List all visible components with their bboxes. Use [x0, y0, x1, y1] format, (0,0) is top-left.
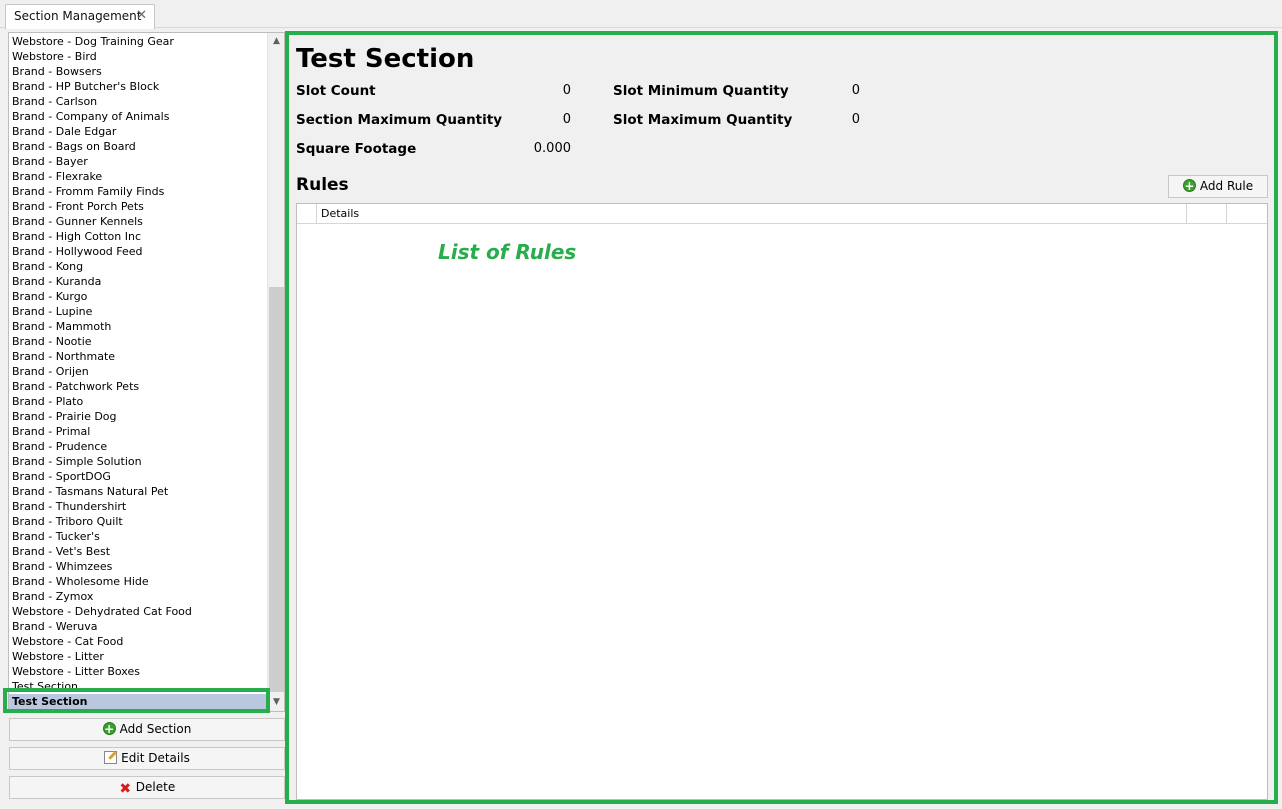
section-list-item[interactable]: Brand - Fromm Family Finds [12, 184, 164, 199]
rules-grid[interactable]: Details [296, 203, 1268, 800]
tab-title: Section Management [14, 9, 142, 23]
rules-heading: Rules [296, 175, 349, 195]
rules-annotation: List of Rules [438, 240, 577, 264]
row-header-cell [297, 204, 317, 224]
section-list-item[interactable]: Brand - Prudence [12, 439, 107, 454]
section-list-item[interactable]: Brand - Lupine [12, 304, 92, 319]
section-list-item[interactable]: Brand - Dale Edgar [12, 124, 116, 139]
section-list-item[interactable]: Brand - Tasmans Natural Pet [12, 484, 168, 499]
section-list-item[interactable]: Brand - High Cotton Inc [12, 229, 141, 244]
section-list-item[interactable]: Brand - HP Butcher's Block [12, 79, 159, 94]
section-max-value: 0 [562, 112, 571, 127]
delete-label: Delete [135, 780, 176, 794]
section-list-item[interactable]: Brand - Simple Solution [12, 454, 142, 469]
delete-icon: ✖ [119, 781, 132, 797]
section-list-item[interactable]: Webstore - Litter [12, 649, 104, 664]
section-list-item[interactable]: Brand - Front Porch Pets [12, 199, 144, 214]
section-max-label: Section Maximum Quantity [296, 112, 503, 128]
delete-button[interactable]: ✖ Delete [9, 776, 285, 799]
section-list-item[interactable]: Brand - Hollywood Feed [12, 244, 143, 259]
scroll-thumb[interactable] [269, 287, 284, 692]
section-list-item[interactable]: Brand - Tucker's [12, 529, 100, 544]
action-column-header[interactable] [1187, 204, 1227, 224]
section-list-item[interactable]: Brand - Prairie Dog [12, 409, 117, 424]
section-list-item[interactable]: Brand - Orijen [12, 364, 89, 379]
section-list-item[interactable]: Brand - Kuranda [12, 274, 101, 289]
sqft-value: 0.000 [533, 141, 571, 156]
section-list-item[interactable]: Brand - Mammoth [12, 319, 111, 334]
section-list-item[interactable]: Brand - Triboro Quilt [12, 514, 123, 529]
section-list-item[interactable]: Brand - Weruva [12, 619, 97, 634]
slot-count-label: Slot Count [296, 83, 376, 99]
add-section-label: Add Section [119, 722, 192, 736]
edit-icon [104, 751, 118, 764]
section-list-item[interactable]: Webstore - Bird [12, 49, 97, 64]
section-list-item[interactable]: Brand - Zymox [12, 589, 93, 604]
section-list-item[interactable]: Brand - Bowsers [12, 64, 102, 79]
add-section-button[interactable]: Add Section [9, 718, 285, 741]
section-list-item[interactable]: Brand - Bags on Board [12, 139, 136, 154]
details-column-header[interactable]: Details [317, 204, 1187, 224]
vertical-scrollbar[interactable]: ▲ ▼ [267, 33, 284, 711]
section-list-item[interactable]: Brand - Bayer [12, 154, 88, 169]
section-list-item[interactable]: Brand - Wholesome Hide [12, 574, 149, 589]
slot-count-value: 0 [562, 83, 571, 98]
section-list-item[interactable]: Webstore - Dog Training Gear [12, 34, 174, 49]
edit-details-label: Edit Details [121, 751, 190, 765]
section-list-item[interactable]: Brand - Gunner Kennels [12, 214, 143, 229]
section-list-item[interactable]: Brand - Patchwork Pets [12, 379, 139, 394]
slot-max-value: 0 [851, 112, 860, 127]
section-list-item[interactable]: Webstore - Dehydrated Cat Food [12, 604, 192, 619]
section-list-item[interactable]: Webstore - Litter Boxes [12, 664, 140, 679]
add-rule-label: Add Rule [1199, 179, 1254, 193]
section-list-item[interactable]: Brand - Kong [12, 259, 83, 274]
add-icon [102, 719, 116, 740]
rules-grid-header: Details [297, 204, 1267, 224]
scroll-up-icon[interactable]: ▲ [268, 33, 284, 50]
section-list-item[interactable]: Test Section [9, 694, 268, 709]
add-rule-button[interactable]: Add Rule [1168, 175, 1268, 198]
section-list-item[interactable]: Brand - Primal [12, 424, 90, 439]
slot-min-label: Slot Minimum Quantity [613, 83, 789, 99]
section-list-item[interactable]: Brand - Thundershirt [12, 499, 126, 514]
add-rule-icon [1182, 176, 1196, 197]
section-list-item[interactable]: Brand - Whimzees [12, 559, 112, 574]
section-list-item[interactable]: Brand - Company of Animals [12, 109, 169, 124]
sqft-label: Square Footage [296, 141, 417, 157]
section-list-item[interactable]: Brand - SportDOG [12, 469, 111, 484]
tab-section-management[interactable]: Section Management ✕ [5, 4, 155, 29]
section-list[interactable]: ▲ ▼ Webstore - Dog Training Gear Webstore… [8, 32, 285, 712]
tab-bar: Section Management ✕ [0, 0, 1282, 29]
section-list-item[interactable]: Brand - Flexrake [12, 169, 102, 184]
slot-max-label: Slot Maximum Quantity [613, 112, 793, 128]
section-list-item[interactable]: Brand - Carlson [12, 94, 97, 109]
close-icon[interactable]: ✕ [136, 5, 147, 27]
section-list-item[interactable]: Brand - Northmate [12, 349, 115, 364]
edit-details-button[interactable]: Edit Details [9, 747, 285, 770]
section-list-item[interactable]: Brand - Nootie [12, 334, 92, 349]
section-list-item[interactable]: Brand - Kurgo [12, 289, 87, 304]
section-title: Test Section [296, 44, 475, 74]
action-column-header-2[interactable] [1227, 204, 1267, 224]
section-list-item[interactable]: Brand - Vet's Best [12, 544, 110, 559]
scroll-down-icon[interactable]: ▼ [268, 694, 284, 711]
section-list-item[interactable]: Brand - Plato [12, 394, 83, 409]
section-list-item[interactable]: Webstore - Cat Food [12, 634, 123, 649]
slot-min-value: 0 [851, 83, 860, 98]
section-list-item[interactable]: Test Section [12, 679, 78, 694]
